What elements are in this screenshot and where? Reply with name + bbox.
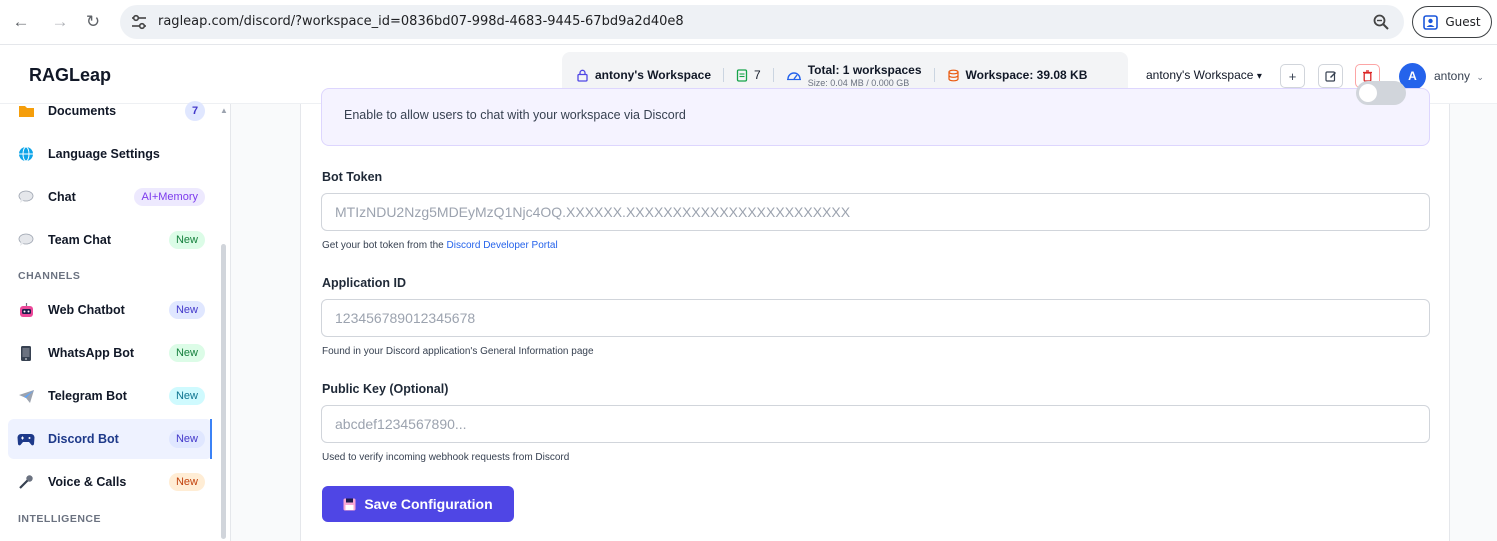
- bot-token-help-text: Get your bot token from the: [322, 240, 447, 251]
- chevron-down-icon: ⌄: [1476, 72, 1484, 82]
- workspace-selector-label: antony's Workspace: [1146, 68, 1254, 82]
- profile-label: Guest: [1445, 15, 1481, 29]
- bot-token-help: Get your bot token from the Discord Deve…: [322, 240, 558, 251]
- bot-token-input[interactable]: [321, 193, 1430, 231]
- site-settings-icon[interactable]: [130, 14, 148, 30]
- sidebar-item-label: Team Chat: [48, 233, 111, 247]
- lock-icon: [577, 69, 588, 82]
- stats-total: Total: 1 workspaces: [807, 62, 922, 77]
- new-badge: New: [168, 301, 205, 319]
- airplane-icon: [17, 387, 35, 405]
- database-icon: [947, 69, 959, 81]
- floppy-disk-icon: [343, 498, 356, 510]
- sidebar-item-label: Telegram Bot: [48, 389, 127, 403]
- public-key-help: Used to verify incoming webhook requests…: [322, 452, 570, 463]
- back-arrow-icon[interactable]: ←: [10, 11, 32, 33]
- sidebar-item-label: Discord Bot: [48, 432, 119, 446]
- gauge-icon: [786, 72, 801, 81]
- new-badge: New: [168, 387, 205, 405]
- edit-workspace-button[interactable]: [1318, 64, 1343, 88]
- folder-icon: [17, 102, 35, 120]
- divider: [723, 68, 725, 82]
- sidebar-item-discord-bot[interactable]: Discord Bot New: [8, 419, 212, 459]
- sidebar-item-label: Voice & Calls: [48, 475, 127, 489]
- speech-bubble-icon: [17, 188, 35, 206]
- workspace-selector[interactable]: antony's Workspace ▾: [1146, 68, 1262, 82]
- sidebar-item-documents[interactable]: Documents 7: [8, 91, 212, 131]
- save-configuration-button[interactable]: Save Configuration: [322, 486, 514, 522]
- public-key-label: Public Key (Optional): [322, 382, 449, 396]
- forward-arrow-icon[interactable]: →: [49, 11, 71, 33]
- new-badge: New: [168, 473, 205, 491]
- sidebar-item-telegram-bot[interactable]: Telegram Bot New: [8, 376, 212, 416]
- save-button-label: Save Configuration: [364, 496, 493, 512]
- sidebar-item-language-settings[interactable]: Language Settings: [8, 134, 212, 174]
- enable-description: Enable to allow users to chat with your …: [344, 108, 686, 122]
- robot-icon: [17, 301, 35, 319]
- new-badge: New: [168, 231, 205, 249]
- stats-doc-count: 7: [754, 68, 761, 82]
- stats-workspace-name: antony's Workspace: [595, 68, 712, 82]
- ai-memory-badge: AI+Memory: [134, 188, 205, 206]
- brand-logo[interactable]: RAGLeap: [29, 65, 111, 86]
- chevron-down-icon: ▾: [1256, 71, 1262, 82]
- stats-workspace-size: Workspace: 39.08 KB: [965, 68, 1088, 82]
- sidebar-item-label: Language Settings: [48, 147, 160, 161]
- sidebar-item-chat[interactable]: Chat AI+Memory: [8, 177, 212, 217]
- active-indicator: [210, 419, 212, 459]
- globe-icon: [17, 145, 35, 163]
- sidebar-item-label: WhatsApp Bot: [48, 346, 135, 360]
- sidebar-item-team-chat[interactable]: Team Chat New: [8, 220, 212, 260]
- divider: [772, 68, 774, 82]
- sidebar-item-whatsapp-bot[interactable]: WhatsApp Bot New: [8, 333, 212, 373]
- browser-chrome: ← → ↻ ragleap.com/discord/?workspace_id=…: [0, 0, 1497, 45]
- address-bar[interactable]: ragleap.com/discord/?workspace_id=0836bd…: [120, 5, 1404, 39]
- scroll-up-icon[interactable]: ▲: [220, 106, 228, 115]
- section-heading-channels: CHANNELS: [18, 270, 81, 282]
- microphone-icon: [17, 473, 35, 491]
- enable-toggle[interactable]: [1356, 81, 1406, 105]
- bot-token-label: Bot Token: [322, 170, 383, 184]
- add-workspace-button[interactable]: +: [1280, 64, 1305, 88]
- count-badge: 7: [185, 101, 205, 121]
- profile-button[interactable]: Guest: [1412, 6, 1492, 38]
- reload-icon[interactable]: ↻: [82, 11, 104, 33]
- section-heading-intelligence: INTELLIGENCE: [18, 513, 102, 525]
- sidebar-item-label: Chat: [48, 190, 76, 204]
- sidebar-scrollbar[interactable]: [221, 244, 226, 539]
- developer-portal-link[interactable]: Discord Developer Portal: [447, 240, 558, 251]
- stats-size: Size: 0.04 MB / 0.000 GB: [807, 77, 910, 88]
- sidebar-item-voice-calls[interactable]: Voice & Calls New: [8, 462, 212, 502]
- url-text[interactable]: ragleap.com/discord/?workspace_id=0836bd…: [158, 14, 684, 29]
- application-id-label: Application ID: [322, 276, 407, 290]
- document-icon: [736, 68, 748, 82]
- application-id-input[interactable]: [321, 299, 1430, 337]
- sidebar: ▲ Documents 7 Language Settings Chat AI+…: [0, 101, 231, 541]
- application-id-help: Found in your Discord application's Gene…: [322, 346, 594, 357]
- gamepad-icon: [17, 430, 35, 448]
- user-menu[interactable]: antony ⌄: [1434, 69, 1484, 83]
- user-name: antony: [1434, 69, 1471, 83]
- sidebar-item-web-chatbot[interactable]: Web Chatbot New: [8, 290, 212, 330]
- divider: [933, 68, 935, 82]
- new-badge: New: [168, 344, 205, 362]
- plus-icon: +: [1288, 68, 1297, 84]
- speech-bubble-icon: [17, 231, 35, 249]
- profile-icon: [1423, 14, 1439, 30]
- zoom-icon[interactable]: [1372, 13, 1390, 31]
- enable-discord-panel: Enable to allow users to chat with your …: [321, 81, 1430, 146]
- phone-icon: [17, 344, 35, 362]
- public-key-input[interactable]: [321, 405, 1430, 443]
- new-badge: New: [168, 430, 205, 448]
- sidebar-item-label: Documents: [48, 104, 117, 118]
- sidebar-item-label: Web Chatbot: [48, 303, 125, 317]
- edit-icon: [1324, 71, 1336, 82]
